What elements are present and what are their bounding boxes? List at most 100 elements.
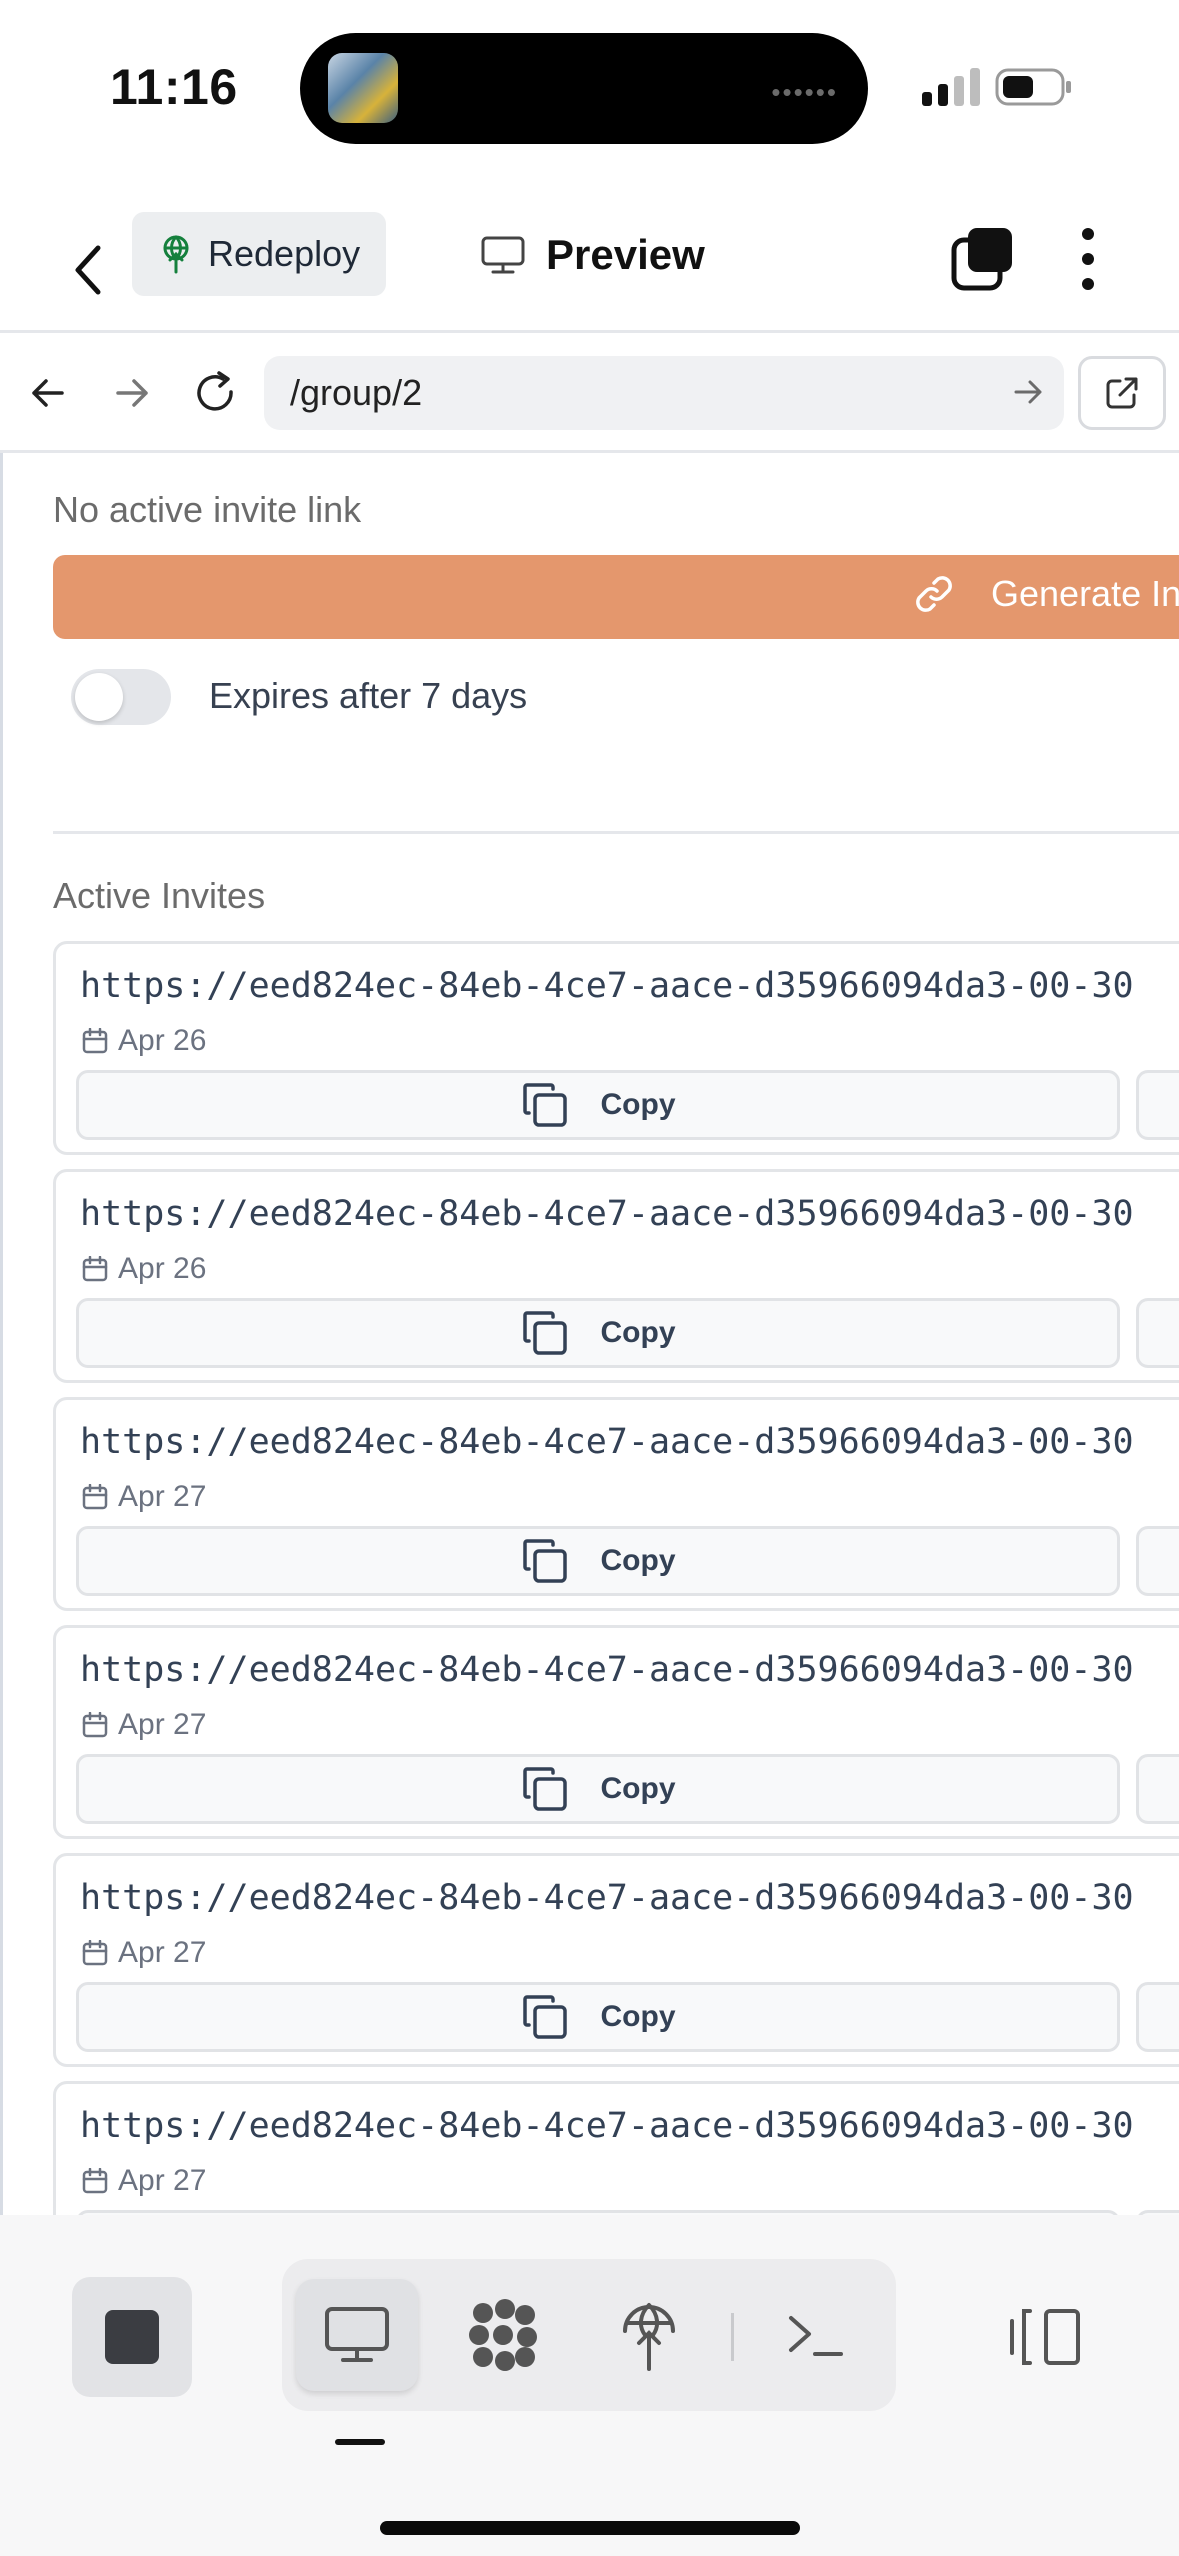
copy-label: Copy — [600, 1772, 676, 1805]
copy-button[interactable]: Copy — [76, 1754, 1120, 1824]
expires-toggle[interactable] — [71, 669, 171, 725]
browser-back-icon[interactable] — [18, 363, 78, 423]
now-playing-artwork — [328, 53, 398, 123]
invite-date: Apr 26 — [82, 1024, 206, 1058]
cluster-icon — [469, 2299, 537, 2371]
calendar-icon — [82, 2168, 108, 2194]
invite-date: Apr 27 — [82, 1708, 206, 1742]
invite-date: Apr 26 — [82, 1252, 206, 1286]
invite-url[interactable]: https://eed824ec-84eb-4ce7-aace-d3596609… — [80, 2106, 1134, 2146]
copy-label: Copy — [600, 1088, 676, 1121]
copy-button[interactable]: Copy — [76, 1070, 1120, 1140]
preview-viewport: No active invite link Generate Invite Li… — [0, 453, 1179, 2215]
view-switcher — [282, 2259, 896, 2411]
calendar-icon — [82, 1940, 108, 1966]
active-tab-indicator — [335, 2439, 385, 2445]
copy-button[interactable]: Copy — [76, 1526, 1120, 1596]
open-external-button[interactable] — [1078, 356, 1166, 430]
copy-icon — [522, 1995, 567, 2039]
deploy-icon — [623, 2303, 675, 2371]
copy-icon — [522, 1539, 567, 1583]
more-options-icon[interactable] — [1070, 224, 1106, 294]
invite-action-button[interactable] — [1136, 1754, 1179, 1824]
calendar-icon — [82, 1256, 108, 1282]
invite-url[interactable]: https://eed824ec-84eb-4ce7-aace-d3596609… — [80, 1422, 1134, 1462]
copy-label: Copy — [600, 1544, 676, 1577]
home-indicator[interactable] — [380, 2521, 800, 2535]
deploy-icon — [163, 235, 189, 274]
invite-card: https://eed824ec-84eb-4ce7-aace-d3596609… — [53, 1625, 1179, 1839]
calendar-icon — [82, 1484, 108, 1510]
redeploy-label: Redeploy — [208, 233, 361, 274]
invite-date: Apr 27 — [82, 1936, 206, 1970]
deploy-tab[interactable] — [588, 2279, 710, 2391]
invite-date-text: Apr 27 — [118, 2164, 207, 2197]
chevron-left-icon — [75, 245, 101, 295]
invite-url[interactable]: https://eed824ec-84eb-4ce7-aace-d3596609… — [80, 1878, 1134, 1918]
island-indicator: •••••• — [771, 77, 838, 107]
terminal-icon — [789, 2316, 843, 2356]
active-invites-title: Active Invites — [53, 875, 266, 916]
calendar-icon — [82, 1028, 108, 1054]
invite-date: Apr 27 — [82, 1480, 206, 1514]
invite-card: https://eed824ec-84eb-4ce7-aace-d3596609… — [53, 1853, 1179, 2067]
copy-icon — [522, 1767, 567, 1811]
tab-preview[interactable]: Preview — [480, 220, 705, 290]
invite-action-button[interactable] — [1136, 1526, 1179, 1596]
browser-forward-icon[interactable] — [102, 363, 162, 423]
cellular-signal-icon — [922, 68, 982, 106]
invite-action-button[interactable] — [1136, 1070, 1179, 1140]
invite-url[interactable]: https://eed824ec-84eb-4ce7-aace-d3596609… — [80, 1650, 1134, 1690]
cluster-tab[interactable] — [442, 2279, 564, 2391]
panel-toggle-icon — [1010, 2309, 1080, 2365]
copy-icon — [522, 1083, 567, 1127]
no-active-invite-text: No active invite link — [53, 489, 362, 530]
url-bar[interactable]: /group/2 — [264, 356, 1064, 430]
invite-action-button[interactable] — [1136, 1982, 1179, 2052]
copy-button[interactable]: Copy — [76, 1298, 1120, 1368]
windows-icon[interactable] — [950, 226, 1016, 292]
invite-date: Apr 27 — [82, 2164, 206, 2198]
invite-date-text: Apr 26 — [118, 1252, 207, 1285]
toggle-knob — [75, 673, 123, 721]
invite-card: https://eed824ec-84eb-4ce7-aace-d3596609… — [53, 2081, 1179, 2215]
switcher-divider — [731, 2313, 734, 2361]
reload-icon[interactable] — [186, 363, 246, 423]
invite-card: https://eed824ec-84eb-4ce7-aace-d3596609… — [53, 1169, 1179, 1383]
bottom-toolbar — [0, 2215, 1179, 2556]
section-divider — [53, 831, 1179, 834]
app-header: Redeploy Preview — [0, 210, 1179, 330]
stop-button[interactable] — [72, 2277, 192, 2397]
dynamic-island: •••••• — [300, 33, 868, 144]
invite-url[interactable]: https://eed824ec-84eb-4ce7-aace-d3596609… — [80, 966, 1134, 1006]
link-icon — [916, 576, 952, 612]
preview-label: Preview — [546, 231, 705, 278]
copy-label: Copy — [600, 1316, 676, 1349]
header-divider — [0, 330, 1179, 333]
invite-action-button[interactable] — [1136, 1298, 1179, 1368]
monitor-tab[interactable] — [296, 2279, 418, 2391]
url-text: /group/2 — [290, 372, 423, 413]
invite-date-text: Apr 27 — [118, 1708, 207, 1741]
invite-date-text: Apr 27 — [118, 1480, 207, 1513]
back-button[interactable] — [58, 230, 118, 310]
invite-date-text: Apr 27 — [118, 1936, 207, 1969]
copy-label: Copy — [600, 2000, 676, 2033]
redeploy-button[interactable]: Redeploy — [132, 212, 386, 296]
invite-card: https://eed824ec-84eb-4ce7-aace-d3596609… — [53, 941, 1179, 1155]
calendar-icon — [82, 1712, 108, 1738]
go-arrow-icon[interactable] — [1012, 376, 1044, 408]
external-link-icon — [1106, 377, 1138, 409]
stop-icon — [105, 2310, 159, 2364]
copy-button[interactable]: Copy — [76, 1982, 1120, 2052]
battery-icon — [995, 68, 1071, 106]
generate-invite-button[interactable]: Generate Invite Link — [53, 555, 1179, 639]
invite-card: https://eed824ec-84eb-4ce7-aace-d3596609… — [53, 1397, 1179, 1611]
monitor-icon — [325, 2307, 389, 2362]
monitor-icon — [481, 236, 525, 274]
generate-invite-label: Generate Invite Link — [991, 573, 1179, 614]
panel-toggle-button[interactable] — [1000, 2287, 1090, 2387]
terminal-tab[interactable] — [754, 2279, 876, 2391]
copy-icon — [522, 1311, 567, 1355]
invite-url[interactable]: https://eed824ec-84eb-4ce7-aace-d3596609… — [80, 1194, 1134, 1234]
